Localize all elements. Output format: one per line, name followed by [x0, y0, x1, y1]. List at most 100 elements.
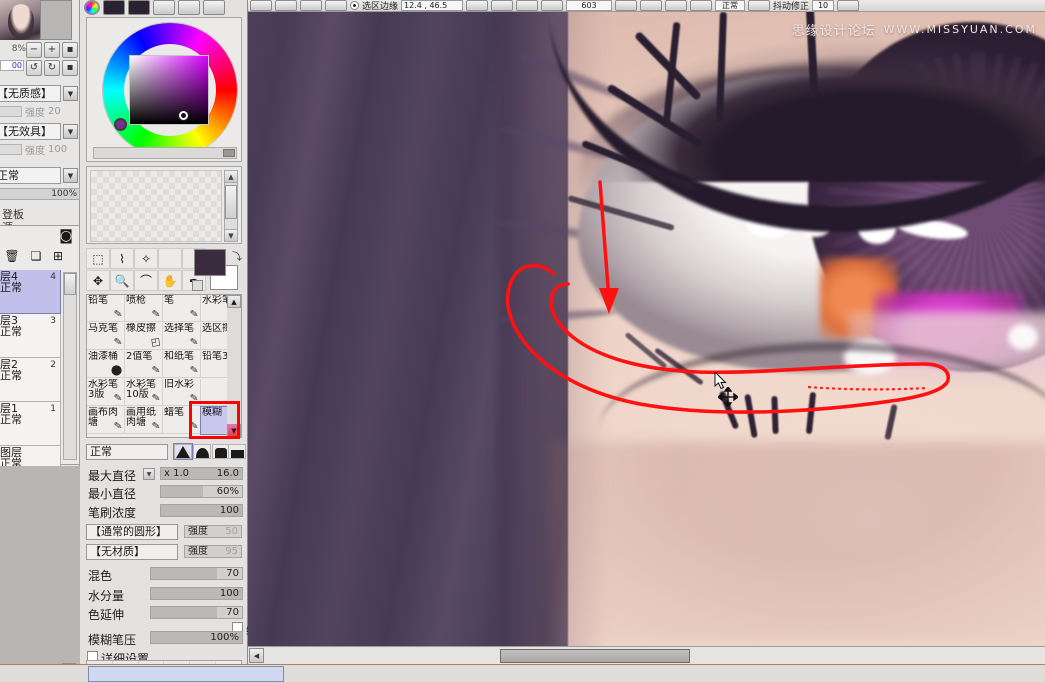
texture-select[interactable]: 【无质感】 [0, 85, 61, 102]
stabilizer-value[interactable]: 10 [812, 0, 835, 11]
zoom-tool[interactable]: 🔍 [110, 270, 134, 291]
brush-washi-pen[interactable]: 和纸笔 ✎ [163, 351, 201, 378]
layer-row-1[interactable]: 层1 正常 1 [0, 402, 61, 446]
toolbar-button-6[interactable] [491, 0, 514, 11]
new-layer-icon[interactable]: ⊞ [49, 248, 67, 264]
brush-paper-texture[interactable]: 画用纸肉塘 ✎ [125, 407, 163, 434]
layers-scrollbar-thumb[interactable] [64, 273, 76, 295]
brush-canvas-texture[interactable]: 画布肉塘 ✎ [87, 407, 125, 434]
selection-edge-radio[interactable] [350, 1, 359, 10]
brush-pen[interactable]: 笔 ✎ [163, 295, 201, 322]
layer-blend-mode-select[interactable]: 正常 [0, 167, 61, 184]
toolbar-button-9[interactable] [615, 0, 638, 11]
brush-binary-pen[interactable]: 2值笔 ✎ [125, 351, 163, 378]
brush-shape-strength[interactable]: 强度 50 [184, 525, 242, 538]
pressure-slider[interactable]: 100% [150, 631, 243, 644]
toolbar-button-13[interactable] [748, 0, 771, 11]
scroll-down-icon[interactable]: ▼ [225, 229, 237, 241]
normal-mode-field[interactable]: 正常 [715, 0, 746, 11]
layer-row-4[interactable]: 层4 正常 4 [0, 270, 61, 314]
rotate-reset-button[interactable]: ▪ [62, 60, 78, 76]
brush-old-watercolor[interactable]: 旧水彩 ✎ [163, 379, 201, 406]
h-scroll-thumb[interactable] [500, 649, 690, 663]
color-wheel-tab[interactable] [84, 0, 100, 15]
effect-strength-row[interactable]: 强度 100 [0, 142, 80, 157]
toolbar-button-7[interactable] [516, 0, 539, 11]
scroll-up-icon[interactable]: ▲ [225, 171, 237, 183]
zoom-reset-button[interactable]: ▪ [62, 42, 78, 58]
document-tab[interactable] [88, 666, 284, 682]
foreground-color-swatch[interactable] [194, 249, 226, 276]
gradient-tab[interactable] [153, 0, 175, 15]
scratchpad-panel[interactable]: ▲ ▼ [86, 166, 242, 244]
toolbar-button-2[interactable] [275, 0, 297, 11]
brush-watercolor-10[interactable]: 水彩笔10版 ✎ [125, 379, 163, 406]
shape-square-hard-button[interactable] [228, 444, 246, 459]
rotate-ccw-button[interactable]: ↺ [26, 60, 42, 76]
merge-icon[interactable]: ❏ [27, 248, 45, 264]
navigator-rotate-value[interactable]: 00 [0, 60, 24, 71]
scroll-down-icon[interactable]: ▼ [227, 424, 241, 437]
brush-marker[interactable]: 马克笔 ✎ [87, 323, 125, 350]
brush-crayon[interactable]: 蜡笔 ✎ [163, 407, 201, 434]
lasso-select-tool[interactable]: ⌇ [110, 248, 134, 269]
coordinate-field[interactable]: 12.4 , 46.5 [401, 0, 464, 11]
brush-shape-select[interactable]: 【通常的圆形】 [86, 524, 178, 540]
layer-row-3[interactable]: 层3 正常 3 [0, 314, 61, 358]
scroll-up-icon[interactable]: ▲ [227, 295, 241, 308]
texture-scale-slider[interactable] [0, 105, 22, 117]
layer-mask-icon[interactable]: ◙ [57, 228, 75, 244]
brush-eraser[interactable]: 橡皮擦 ◰ [125, 323, 163, 350]
chevron-down-icon[interactable]: ▼ [63, 124, 78, 139]
toolbar-button-14[interactable] [837, 0, 860, 11]
toolbar-button-8[interactable] [541, 0, 564, 11]
effect-select[interactable]: 【无效具】 [0, 123, 61, 140]
brush-bucket[interactable]: 油漆桶 ⬤ [87, 351, 125, 378]
palette-tab[interactable] [178, 0, 200, 15]
scratchpad-canvas[interactable] [90, 170, 222, 242]
max-diameter-slider[interactable]: x 1.0 16.0 [160, 467, 243, 480]
hsv-slider-tab[interactable] [128, 0, 150, 15]
density-slider[interactable]: 100 [160, 504, 243, 517]
toolbar-button-11[interactable] [665, 0, 688, 11]
chevron-down-icon[interactable]: ▼ [63, 168, 78, 183]
extend-slider[interactable]: 70 [150, 606, 243, 619]
toolbar-button-1[interactable] [250, 0, 272, 11]
zoom-out-button[interactable]: − [26, 42, 42, 58]
brush-blend-mode-select[interactable]: 正常 [86, 444, 168, 460]
toolbar-button-4[interactable] [325, 0, 347, 11]
rect-select-tool[interactable]: ⬚ [86, 248, 110, 269]
blend-mode-row[interactable]: 正常 ▼ [0, 166, 80, 185]
rotate-tool[interactable]: ⌒ [134, 270, 158, 291]
blend-slider[interactable]: 70 [150, 567, 243, 580]
min-diameter-slider[interactable]: 60% [160, 485, 243, 498]
rotate-cw-button[interactable]: ↻ [44, 60, 60, 76]
toolbar-button-3[interactable] [300, 0, 322, 11]
brush-select-pen[interactable]: 选择笔 ✎ [163, 323, 201, 350]
diameter-unit-toggle[interactable]: ▼ [143, 468, 155, 480]
effect-select-row[interactable]: 【无效具】 ▼ [0, 122, 80, 141]
shape-round-soft-button[interactable] [173, 443, 193, 460]
rgb-slider-tab[interactable] [103, 0, 125, 15]
scroll-left-icon[interactable]: ◀ [249, 648, 264, 663]
drawing-canvas[interactable]: 思缘设计论坛 WWW.MISSYUAN.COM [248, 12, 1045, 660]
scratch-tab[interactable] [203, 0, 225, 15]
zoom-field[interactable]: 603 [566, 0, 613, 11]
scratchpad-scrollbar[interactable]: ▲ ▼ [224, 170, 238, 242]
canvas-horizontal-scrollbar[interactable]: ◀ [248, 646, 1045, 664]
empty-slot-1[interactable] [158, 248, 182, 269]
zoom-in-button[interactable]: + [44, 42, 60, 58]
brush-texture-strength[interactable]: 强度 95 [184, 545, 242, 558]
saturation-value-square[interactable] [129, 55, 209, 125]
toolbar-button-12[interactable] [690, 0, 713, 11]
magic-wand-tool[interactable]: ✧ [134, 248, 158, 269]
chevron-down-icon[interactable]: ▼ [63, 86, 78, 101]
reset-colors-icon[interactable] [192, 280, 203, 291]
brush-airbrush[interactable]: 喷枪 ✎ [125, 295, 163, 322]
brush-grid-scrollbar[interactable]: ▲ ▼ [227, 295, 241, 437]
brush-pencil[interactable]: 铅笔 ✎ [87, 295, 125, 322]
swap-colors-icon[interactable]: ⤵ [232, 248, 242, 263]
layer-opacity-slider[interactable]: 100% [0, 188, 80, 200]
hue-marker[interactable] [114, 118, 127, 131]
shape-round-hard-button[interactable] [193, 444, 211, 459]
